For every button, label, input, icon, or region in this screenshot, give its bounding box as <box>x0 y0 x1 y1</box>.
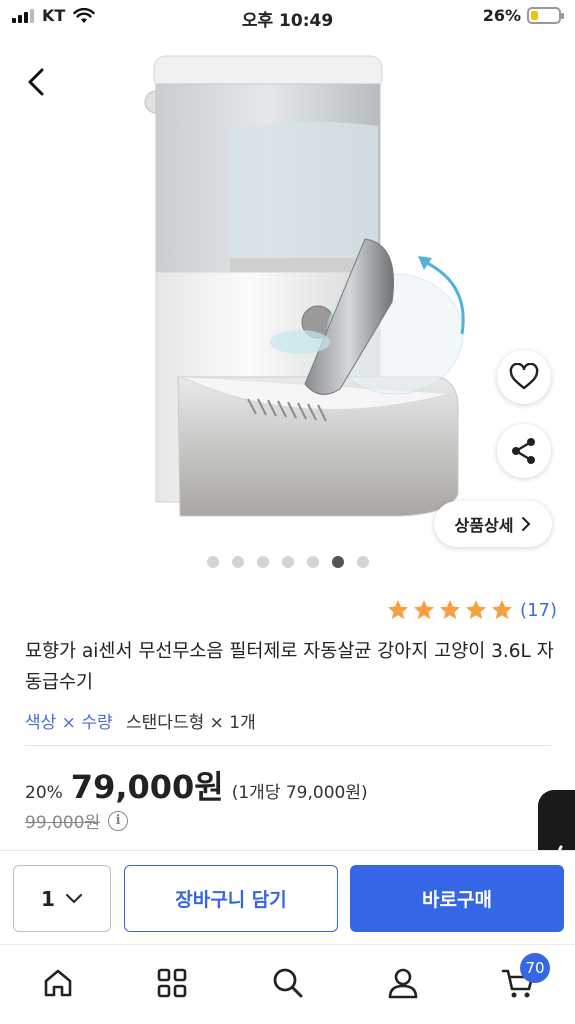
user-icon <box>388 968 418 999</box>
divider <box>25 745 551 746</box>
info-icon[interactable]: i <box>108 810 129 831</box>
wishlist-button[interactable] <box>497 350 551 404</box>
original-price: 99,000원 <box>25 813 101 833</box>
option-value: 스탠다드형 × 1개 <box>126 713 256 733</box>
unit-price: (1개당 79,000원) <box>231 783 368 803</box>
option-label: 색상 × 수량 <box>25 713 113 733</box>
product-image <box>144 55 465 517</box>
product-image-carousel[interactable]: 상품상세 <box>0 34 575 550</box>
product-detail-label: 상품상세 <box>454 516 514 535</box>
bottom-nav: 70 <box>0 944 575 1024</box>
price-row: 20% 79,000원 (1개당 79,000원) <box>25 762 368 808</box>
carousel-dot <box>231 556 244 568</box>
quantity-value: 1 <box>41 886 55 911</box>
discount-rate: 20% <box>25 783 63 803</box>
original-price-row: 99,000원 i <box>25 808 129 833</box>
product-detail-screen: KT 오후 10:49 26% 상품상세 (17) 묘향가 ai센서 무선무소음… <box>0 0 575 1024</box>
search-icon <box>273 968 303 998</box>
star-icon <box>388 600 409 619</box>
nav-my-page[interactable] <box>383 963 423 1003</box>
grid-icon <box>157 968 187 998</box>
carousel-dot <box>331 556 344 568</box>
purchase-bar: 1 장바구니 담기 바로구매 <box>0 850 575 944</box>
battery-level <box>531 11 538 20</box>
share-button[interactable] <box>497 424 551 478</box>
carousel-dot <box>356 556 369 568</box>
status-right: 26% <box>482 6 564 25</box>
chevron-down-icon <box>65 893 82 903</box>
cart-badge: 70 <box>520 953 550 983</box>
buy-now-button[interactable]: 바로구매 <box>350 865 564 932</box>
carousel-dot <box>306 556 319 568</box>
carousel-dot <box>206 556 219 568</box>
star-icon <box>414 600 435 619</box>
battery-percent: 26% <box>482 6 521 25</box>
carousel-indicator <box>0 556 575 568</box>
review-count[interactable]: (17) <box>520 600 557 621</box>
selected-option[interactable]: 색상 × 수량 스탠다드형 × 1개 <box>25 708 256 733</box>
quantity-select[interactable]: 1 <box>13 865 111 932</box>
product-detail-button[interactable]: 상품상세 <box>434 501 552 547</box>
back-button[interactable] <box>18 62 54 102</box>
carousel-dot <box>281 556 294 568</box>
status-bar: KT 오후 10:49 26% <box>0 0 575 34</box>
star-icon <box>440 600 461 619</box>
nav-search[interactable] <box>268 963 308 1003</box>
heart-icon <box>509 363 539 390</box>
star-rating <box>386 598 514 622</box>
nav-home[interactable] <box>38 963 78 1003</box>
sale-price: 79,000원 <box>70 768 224 806</box>
battery-icon <box>527 7 564 24</box>
home-icon <box>44 969 72 997</box>
rating[interactable]: (17) <box>386 598 557 622</box>
nav-category[interactable] <box>152 963 192 1003</box>
star-icon <box>466 600 487 619</box>
product-title: 묘향가 ai센서 무선무소음 필터제로 자동살균 강아지 고양이 3.6L 자동… <box>25 641 554 693</box>
carousel-dot <box>256 556 269 568</box>
nav-cart[interactable]: 70 <box>498 953 550 1003</box>
share-icon <box>512 438 535 464</box>
add-to-cart-button[interactable]: 장바구니 담기 <box>124 865 338 932</box>
chevron-right-icon <box>522 517 531 531</box>
star-icon <box>492 600 513 619</box>
chevron-left-icon <box>28 68 44 96</box>
